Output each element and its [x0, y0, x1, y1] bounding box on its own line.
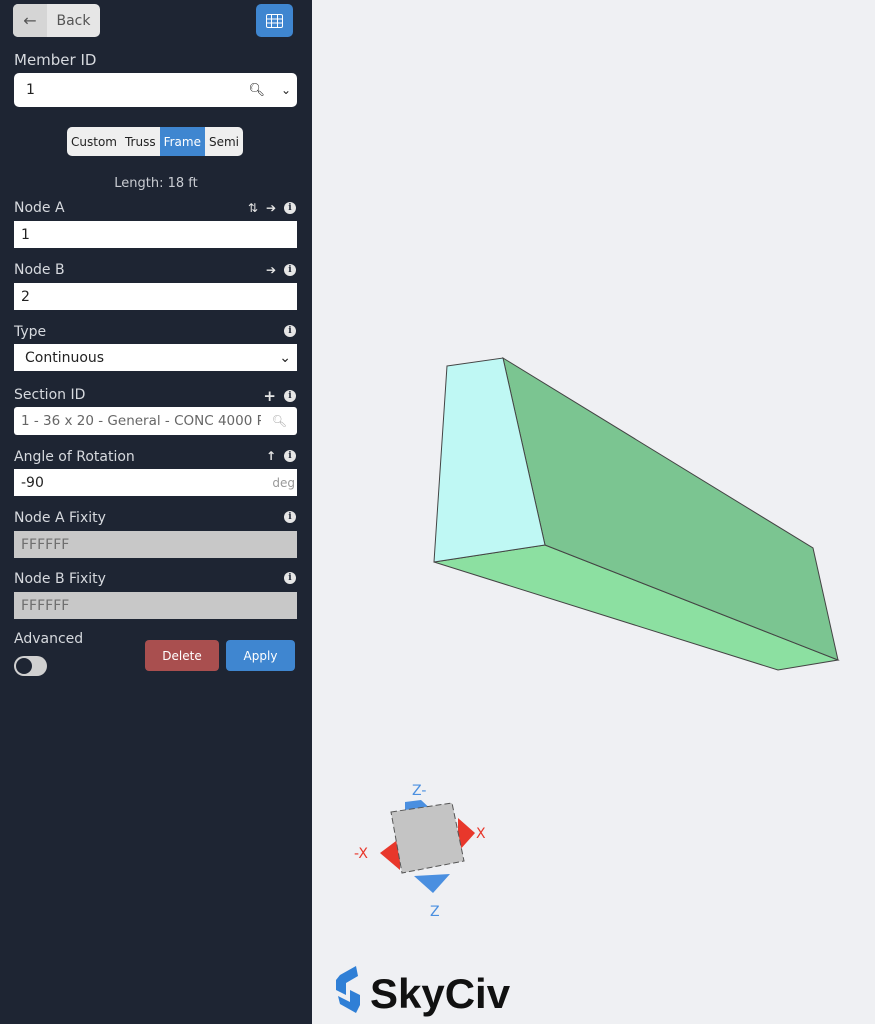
advanced-toggle[interactable]: [14, 656, 47, 676]
info-icon[interactable]: i: [284, 390, 296, 402]
logo-text: SkyCiv: [370, 970, 511, 1017]
search-icon[interactable]: 🔍︎: [272, 414, 287, 428]
advanced-label: Advanced: [14, 631, 84, 647]
delete-button[interactable]: Delete: [145, 640, 219, 671]
table-view-button[interactable]: [256, 4, 293, 37]
node-b-fixity-label: Node B Fixity: [14, 571, 106, 587]
unit-label: deg: [272, 475, 295, 490]
member-sidebar: ← Back Member ID 1 🔍︎ ⌄ Custom Truss Fra…: [0, 0, 312, 1024]
angle-label: Angle of Rotation: [14, 449, 135, 465]
length-text: Length: 18 ft: [114, 176, 198, 191]
info-icon[interactable]: i: [284, 264, 296, 276]
axis-label-x: X: [476, 826, 486, 842]
axis-label-neg-z: Z-: [412, 783, 426, 799]
plus-icon[interactable]: +: [263, 387, 276, 405]
node-a-fixity-input[interactable]: FFFFFF: [14, 531, 297, 558]
skyciv-logo: SkyCiv: [336, 966, 511, 1017]
swap-icon[interactable]: ⇅: [248, 201, 258, 215]
section-id-label: Section ID: [14, 387, 86, 403]
table-icon: [266, 13, 283, 28]
angle-input[interactable]: -90 deg: [14, 469, 297, 496]
search-icon[interactable]: 🔍︎: [248, 83, 265, 98]
axis-label-neg-x: -X: [354, 846, 368, 862]
member-id-input[interactable]: 1 🔍︎ ⌄: [14, 73, 297, 107]
node-b-label: Node B: [14, 262, 65, 278]
axis-label-z: Z: [430, 904, 440, 920]
sign-in-icon[interactable]: ➔: [266, 201, 276, 215]
arrow-left-icon: ←: [13, 4, 47, 37]
node-a-label: Node A: [14, 200, 65, 216]
back-button[interactable]: ← Back: [13, 4, 100, 37]
type-frame[interactable]: Frame: [159, 127, 205, 156]
node-a-fixity-label: Node A Fixity: [14, 510, 106, 526]
sign-in-icon[interactable]: ➔: [266, 263, 276, 277]
type-semi[interactable]: Semi: [205, 127, 243, 156]
type-select[interactable]: Continuous ⌄: [14, 344, 297, 371]
view-cube[interactable]: Z- X -X Z: [354, 783, 486, 920]
type-label: Type: [14, 324, 47, 340]
chevron-down-icon[interactable]: ⌄: [281, 83, 291, 97]
3d-viewport[interactable]: Z- X -X Z SkyCiv: [312, 0, 875, 1024]
section-id-input[interactable]: 1 - 36 x 20 - General - CONC 4000 PS 🔍︎: [14, 407, 297, 435]
info-icon[interactable]: i: [284, 450, 296, 462]
info-icon[interactable]: i: [284, 511, 296, 523]
node-b-fixity-input[interactable]: FFFFFF: [14, 592, 297, 619]
node-b-input[interactable]: 2: [14, 283, 297, 310]
type-truss[interactable]: Truss: [121, 127, 160, 156]
chevron-down-icon: ⌄: [279, 349, 291, 366]
node-a-input[interactable]: 1: [14, 221, 297, 248]
info-icon[interactable]: i: [284, 572, 296, 584]
info-icon[interactable]: i: [284, 202, 296, 214]
member-id-label: Member ID: [14, 51, 97, 69]
apply-button[interactable]: Apply: [226, 640, 295, 671]
type-custom[interactable]: Custom: [67, 127, 121, 156]
arrow-up-icon[interactable]: ↑: [266, 449, 276, 463]
info-icon[interactable]: i: [284, 325, 296, 337]
member-type-toggle: Custom Truss Frame Semi: [67, 127, 244, 156]
